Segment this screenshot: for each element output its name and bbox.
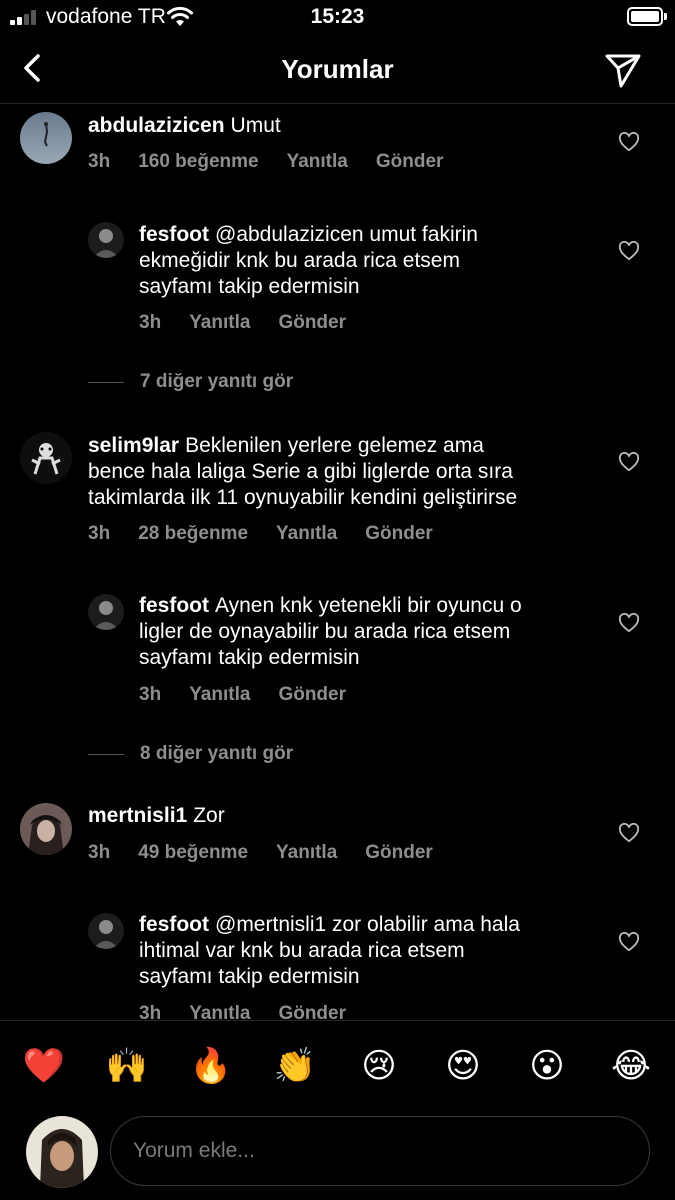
heart-icon[interactable] (618, 932, 640, 952)
send-button[interactable]: Gönder (278, 312, 346, 334)
comment-list[interactable]: abdulazizicen Umut 3h 160 beğenme Yanıtla… (0, 105, 675, 1019)
emoji-surprised[interactable]: 😮 (525, 1046, 569, 1086)
reply-button[interactable]: Yanıtla (287, 151, 348, 173)
paper-plane-icon[interactable] (602, 48, 644, 90)
comment-username[interactable]: fesfoot (139, 223, 209, 246)
emoji-tears-of-joy[interactable]: 😂 (609, 1046, 653, 1086)
comment-meta: 3h Yanıtla Gönder (139, 312, 346, 334)
comment-composer (0, 1110, 675, 1200)
comment-text: Beklenilen yerlere gelemez ama (185, 434, 484, 457)
comment-meta: 3h Yanıtla Gönder (139, 1003, 346, 1019)
avatar[interactable] (20, 803, 72, 855)
comment-text: ihtimal var knk bu arada rica etsem (139, 939, 465, 962)
comment-text: sayfamı takip edermisin (139, 965, 360, 988)
comment-text: Aynen knk yetenekli bir oyuncu o (215, 594, 522, 617)
page-title: Yorumlar (281, 54, 394, 84)
comment-text: Umut (230, 114, 281, 137)
comment-username[interactable]: fesfoot (139, 913, 209, 936)
reply-button[interactable]: Yanıtla (276, 523, 337, 545)
send-button[interactable]: Gönder (376, 151, 444, 173)
reply-button[interactable]: Yanıtla (189, 1003, 250, 1019)
send-button[interactable]: Gönder (278, 1003, 346, 1019)
send-button[interactable]: Gönder (365, 842, 433, 864)
avatar[interactable] (88, 913, 124, 949)
heart-icon[interactable] (618, 452, 640, 472)
comment-meta: 3h 28 beğenme Yanıtla Gönder (88, 523, 433, 545)
heart-icon[interactable] (618, 823, 640, 843)
status-bar: vodafone TR 15:23 (0, 0, 675, 36)
avatar[interactable] (88, 594, 124, 630)
comment-text: Zor (193, 804, 225, 827)
reply-button[interactable]: Yanıtla (189, 684, 250, 706)
comment-text: sayfamı takip edermisin (139, 275, 360, 298)
emoji-heart[interactable]: ❤️ (22, 1046, 66, 1086)
comment-meta: 3h 49 beğenme Yanıtla Gönder (88, 842, 433, 864)
emoji-fire[interactable]: 🔥 (189, 1046, 233, 1086)
send-button[interactable]: Gönder (365, 523, 433, 545)
battery-icon (627, 7, 663, 26)
comment-text: @mertnisli1 zor olabilir ama hala (215, 913, 520, 936)
comment-time: 3h (88, 151, 111, 172)
comment-username[interactable]: abdulazizicen (88, 114, 225, 137)
battery-tip (664, 13, 667, 20)
heart-icon[interactable] (618, 241, 640, 261)
likes-count[interactable]: 160 beğenme (138, 151, 258, 173)
comment-meta: 3h Yanıtla Gönder (139, 684, 346, 706)
emoji-quick-bar: ❤️ 🙌 🔥 👏 😢 😍 😮 😂 (0, 1020, 675, 1110)
comment-text: sayfamı takip edermisin (139, 646, 360, 669)
comment-text: ekmeğidir knk bu arada rica etsem (139, 249, 460, 272)
header: Yorumlar (0, 36, 675, 104)
avatar[interactable] (88, 222, 124, 258)
status-time: 15:23 (310, 5, 365, 28)
reply-button[interactable]: Yanıtla (276, 842, 337, 864)
comment-time: 3h (139, 1003, 162, 1019)
comment-text: @abdulazizicen umut fakirin (215, 223, 478, 246)
likes-count[interactable]: 28 beğenme (138, 523, 248, 545)
likes-count[interactable]: 49 beğenme (138, 842, 248, 864)
comment-text: bence hala laliga Serie a gibi liglerde … (88, 460, 513, 483)
emoji-clap[interactable]: 👏 (273, 1046, 317, 1086)
comment-text: takimlarda ilk 11 oynuyabilir kendini ge… (88, 486, 518, 509)
view-more-replies[interactable]: 7 diğer yanıtı gör (88, 371, 293, 393)
heart-icon[interactable] (618, 613, 640, 633)
view-more-replies[interactable]: 8 diğer yanıtı gör (88, 743, 293, 765)
heart-icon[interactable] (618, 132, 640, 152)
emoji-crying[interactable]: 😢 (357, 1046, 401, 1086)
avatar[interactable] (20, 112, 72, 164)
reply-button[interactable]: Yanıtla (189, 312, 250, 334)
comment-meta: 3h 160 beğenme Yanıtla Gönder (88, 151, 443, 173)
comment-input[interactable] (110, 1116, 650, 1186)
comment-time: 3h (139, 312, 162, 333)
avatar[interactable] (20, 432, 72, 484)
comment-username[interactable]: selim9lar (88, 434, 179, 457)
send-button[interactable]: Gönder (278, 684, 346, 706)
emoji-heart-eyes[interactable]: 😍 (441, 1046, 485, 1086)
comment-username[interactable]: mertnisli1 (88, 804, 187, 827)
comment-time: 3h (88, 842, 111, 863)
comment-time: 3h (88, 523, 111, 544)
comment-text: ligler de oynayabilir bu arada rica etse… (139, 620, 511, 643)
emoji-raised-hands[interactable]: 🙌 (105, 1046, 149, 1086)
my-avatar (26, 1116, 98, 1188)
comment-username[interactable]: fesfoot (139, 594, 209, 617)
comment-time: 3h (139, 684, 162, 705)
